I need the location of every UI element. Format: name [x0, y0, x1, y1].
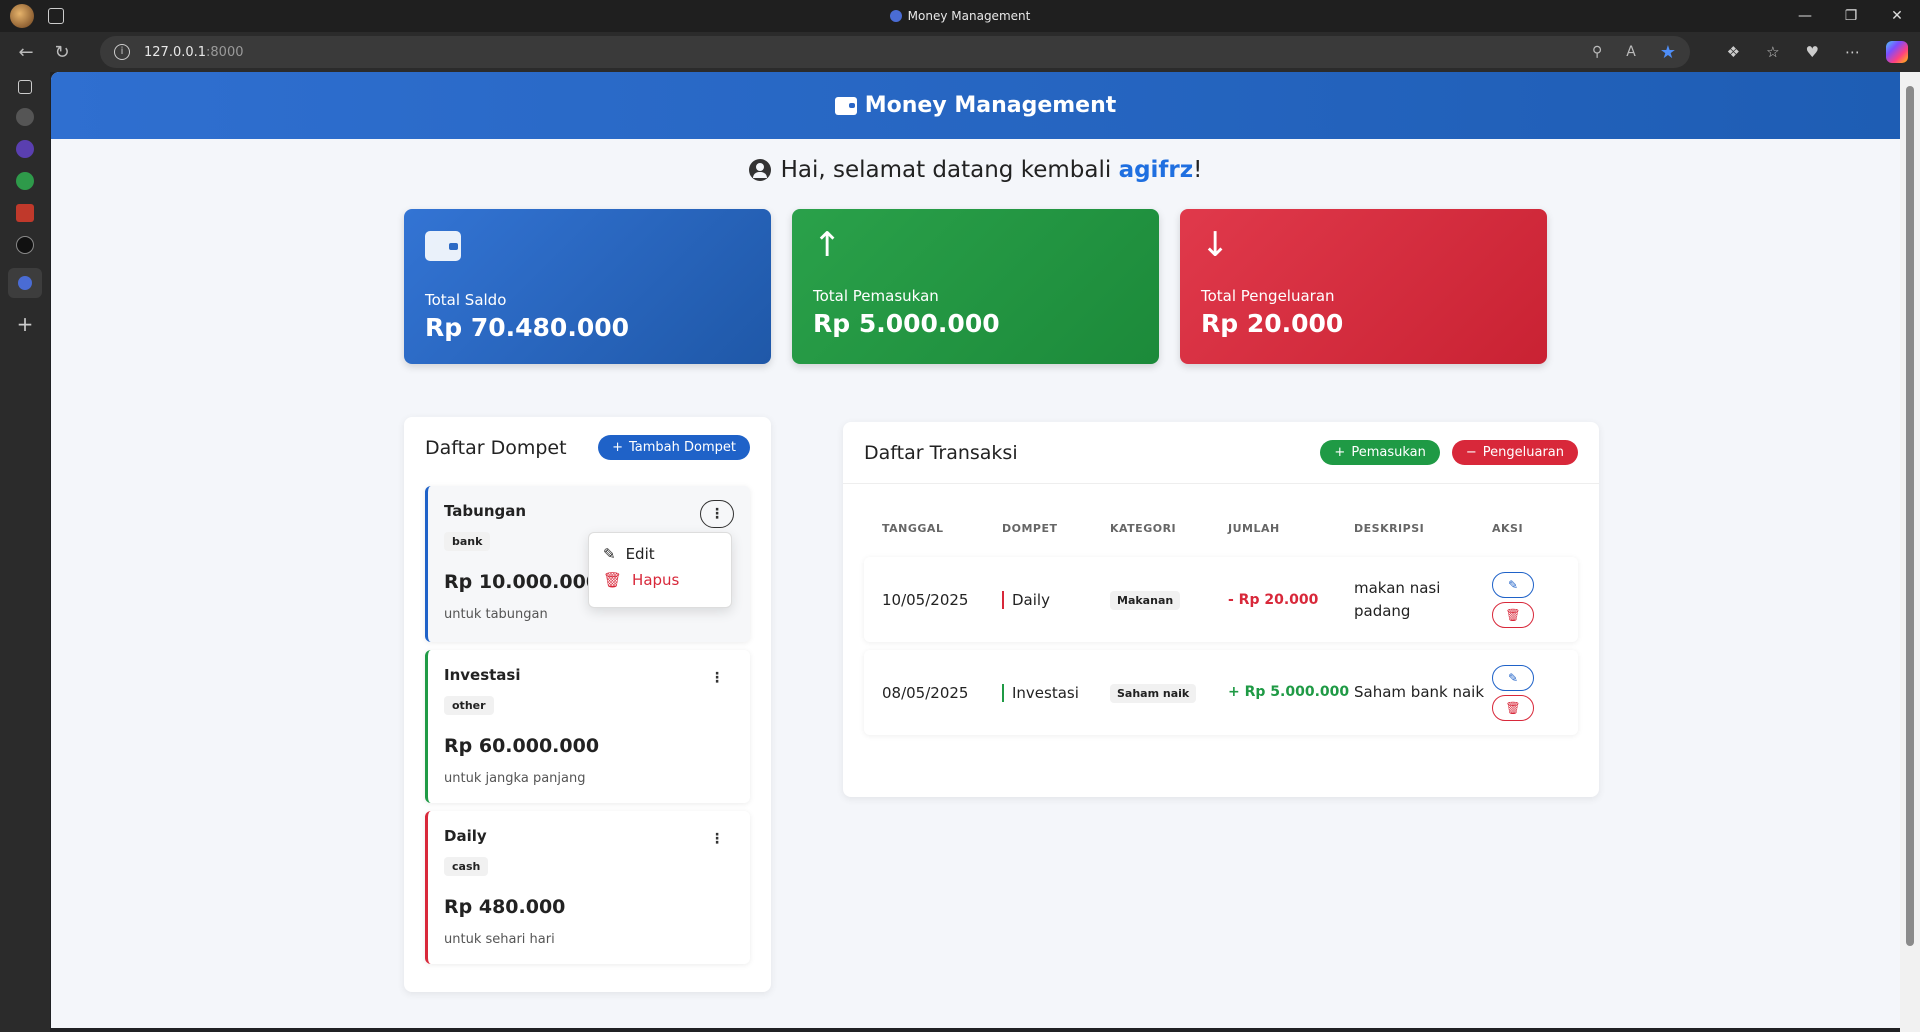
table-row: 10/05/2025 Daily Makanan - Rp 20.000 mak…: [864, 557, 1578, 642]
favorites-icon[interactable]: ☆: [1766, 43, 1779, 61]
edit-icon: ✎: [1507, 577, 1519, 592]
wallet-menu-button[interactable]: ⋮: [700, 664, 734, 692]
category-badge: Saham naik: [1110, 683, 1197, 703]
wallet-type-badge: other: [444, 696, 494, 715]
arrow-up-icon: ↑: [813, 225, 842, 265]
stat-total-pemasukan: ↑ Total Pemasukan Rp 5.000.000: [792, 209, 1159, 364]
total-saldo-value: Rp 70.480.000: [425, 313, 630, 342]
kebab-icon: ⋮: [710, 670, 724, 686]
back-icon[interactable]: ←: [10, 36, 42, 68]
favicon-icon: [18, 276, 32, 290]
profile-avatar-icon[interactable]: [10, 4, 34, 28]
edit-transaction-button[interactable]: ✎: [1492, 571, 1534, 598]
edit-icon: ✎: [603, 545, 616, 563]
stat-total-saldo: Total Saldo Rp 70.480.000: [404, 209, 771, 364]
wallet-icon: [425, 231, 461, 261]
transaction-list-title: Daftar Transaksi: [864, 441, 1018, 464]
edit-icon: ✎: [1507, 670, 1519, 685]
scrollbar-thumb[interactable]: [1906, 86, 1914, 946]
more-menu-icon[interactable]: ⋯: [1845, 43, 1860, 61]
wallet-dropdown-menu: ✎ Edit 🗑 Hapus: [588, 532, 732, 608]
welcome-message: Hai, selamat datang kembali agifrz!: [51, 157, 1900, 183]
zoom-icon[interactable]: ⚲: [1592, 44, 1602, 60]
plus-icon: +: [612, 440, 624, 455]
sidebar-tab-icon[interactable]: [16, 140, 34, 158]
sidebar-tab-icon[interactable]: [16, 204, 34, 222]
address-bar[interactable]: i 127.0.0.1:8000 ⚲ A ★: [100, 36, 1690, 68]
wallet-item: Daily cash Rp 480.000 untuk sehari hari …: [425, 811, 750, 964]
stat-total-pengeluaran: ↓ Total Pengeluaran Rp 20.000: [1180, 209, 1547, 364]
username: agifrz: [1118, 157, 1194, 183]
site-info-icon[interactable]: i: [114, 44, 130, 60]
plus-icon: +: [1334, 445, 1346, 460]
arrow-down-icon: ↓: [1201, 225, 1230, 265]
browser-essentials-icon[interactable]: ♥: [1806, 43, 1819, 61]
transaction-table: TANGGAL DOMPET KATEGORI JUMLAH DESKRIPSI…: [864, 522, 1578, 735]
favicon-icon: [889, 10, 902, 22]
extensions-icon[interactable]: ❖: [1727, 43, 1740, 61]
transaction-list-card: Daftar Transaksi + Pemasukan − Pengeluaran…: [843, 422, 1599, 797]
vertical-tab-sidebar: +: [0, 72, 50, 1032]
tab-actions-icon[interactable]: [48, 8, 64, 24]
sidebar-tab-icon[interactable]: [16, 236, 34, 254]
add-income-button[interactable]: + Pemasukan: [1320, 440, 1440, 465]
page-viewport: Money Management Hai, selamat datang kem…: [51, 72, 1900, 1028]
read-aloud-icon[interactable]: A: [1626, 44, 1636, 60]
reload-icon[interactable]: ↻: [46, 36, 78, 68]
restore-icon[interactable]: ❐: [1828, 0, 1874, 32]
sidebar-active-tab[interactable]: [8, 268, 42, 298]
trash-icon: 🗑: [1505, 607, 1521, 622]
wallet-item: Investasi other Rp 60.000.000 untuk jang…: [425, 650, 750, 803]
category-badge: Makanan: [1110, 590, 1181, 610]
url-text: 127.0.0.1:8000: [144, 44, 244, 60]
close-icon[interactable]: ✕: [1874, 0, 1920, 32]
summary-stats: Total Saldo Rp 70.480.000 ↑ Total Pemasu…: [404, 209, 1547, 364]
edit-transaction-button[interactable]: ✎: [1492, 664, 1534, 691]
table-row: 08/05/2025 Investasi Saham naik + Rp 5.0…: [864, 650, 1578, 735]
kebab-icon: ⋮: [710, 506, 724, 522]
browser-toolbar: ← ↻ i 127.0.0.1:8000 ⚲ A ★ ❖ ☆ ♥ ⋯: [0, 32, 1920, 72]
kebab-icon: ⋮: [710, 831, 724, 847]
wallet-edit-menu-item[interactable]: ✎ Edit: [589, 541, 731, 567]
favorite-star-icon[interactable]: ★: [1660, 42, 1676, 63]
wallet-delete-menu-item[interactable]: 🗑 Hapus: [589, 567, 731, 593]
wallet-list-title: Daftar Dompet: [425, 436, 567, 459]
add-expense-button[interactable]: − Pengeluaran: [1451, 440, 1578, 465]
wallet-list-card: Daftar Dompet + Tambah Dompet Tabungan ba…: [404, 417, 771, 992]
delete-transaction-button[interactable]: 🗑: [1492, 601, 1534, 628]
wallet-icon: [834, 96, 857, 115]
wallet-menu-button[interactable]: ⋮: [700, 500, 734, 528]
app-title: Money Management: [864, 93, 1117, 118]
minimize-icon[interactable]: —: [1782, 0, 1828, 32]
wallet-menu-button[interactable]: ⋮: [700, 825, 734, 853]
trash-icon: 🗑: [1505, 700, 1521, 715]
wallet-item: Tabungan bank Rp 10.000.000 untuk tabung…: [425, 486, 750, 642]
wallet-type-badge: bank: [444, 532, 491, 551]
trash-icon: 🗑: [603, 571, 623, 589]
add-wallet-button[interactable]: + Tambah Dompet: [598, 435, 750, 460]
copilot-icon[interactable]: [1886, 41, 1908, 63]
total-pengeluaran-value: Rp 20.000: [1201, 309, 1344, 338]
minus-icon: −: [1465, 445, 1477, 460]
delete-transaction-button[interactable]: 🗑: [1492, 694, 1534, 721]
new-tab-icon[interactable]: +: [17, 312, 34, 336]
table-header: TANGGAL DOMPET KATEGORI JUMLAH DESKRIPSI…: [882, 522, 1524, 535]
app-header: Money Management: [51, 72, 1900, 139]
total-pemasukan-value: Rp 5.000.000: [813, 309, 1000, 338]
tab-panel-icon[interactable]: [18, 80, 32, 94]
sidebar-tab-icon[interactable]: [16, 108, 34, 126]
sidebar-tab-icon[interactable]: [16, 172, 34, 190]
browser-tab-title: Money Management: [0, 9, 1920, 23]
user-circle-icon: [748, 159, 771, 181]
wallet-type-badge: cash: [444, 857, 489, 876]
browser-titlebar: Money Management — ❐ ✕: [0, 0, 1920, 32]
